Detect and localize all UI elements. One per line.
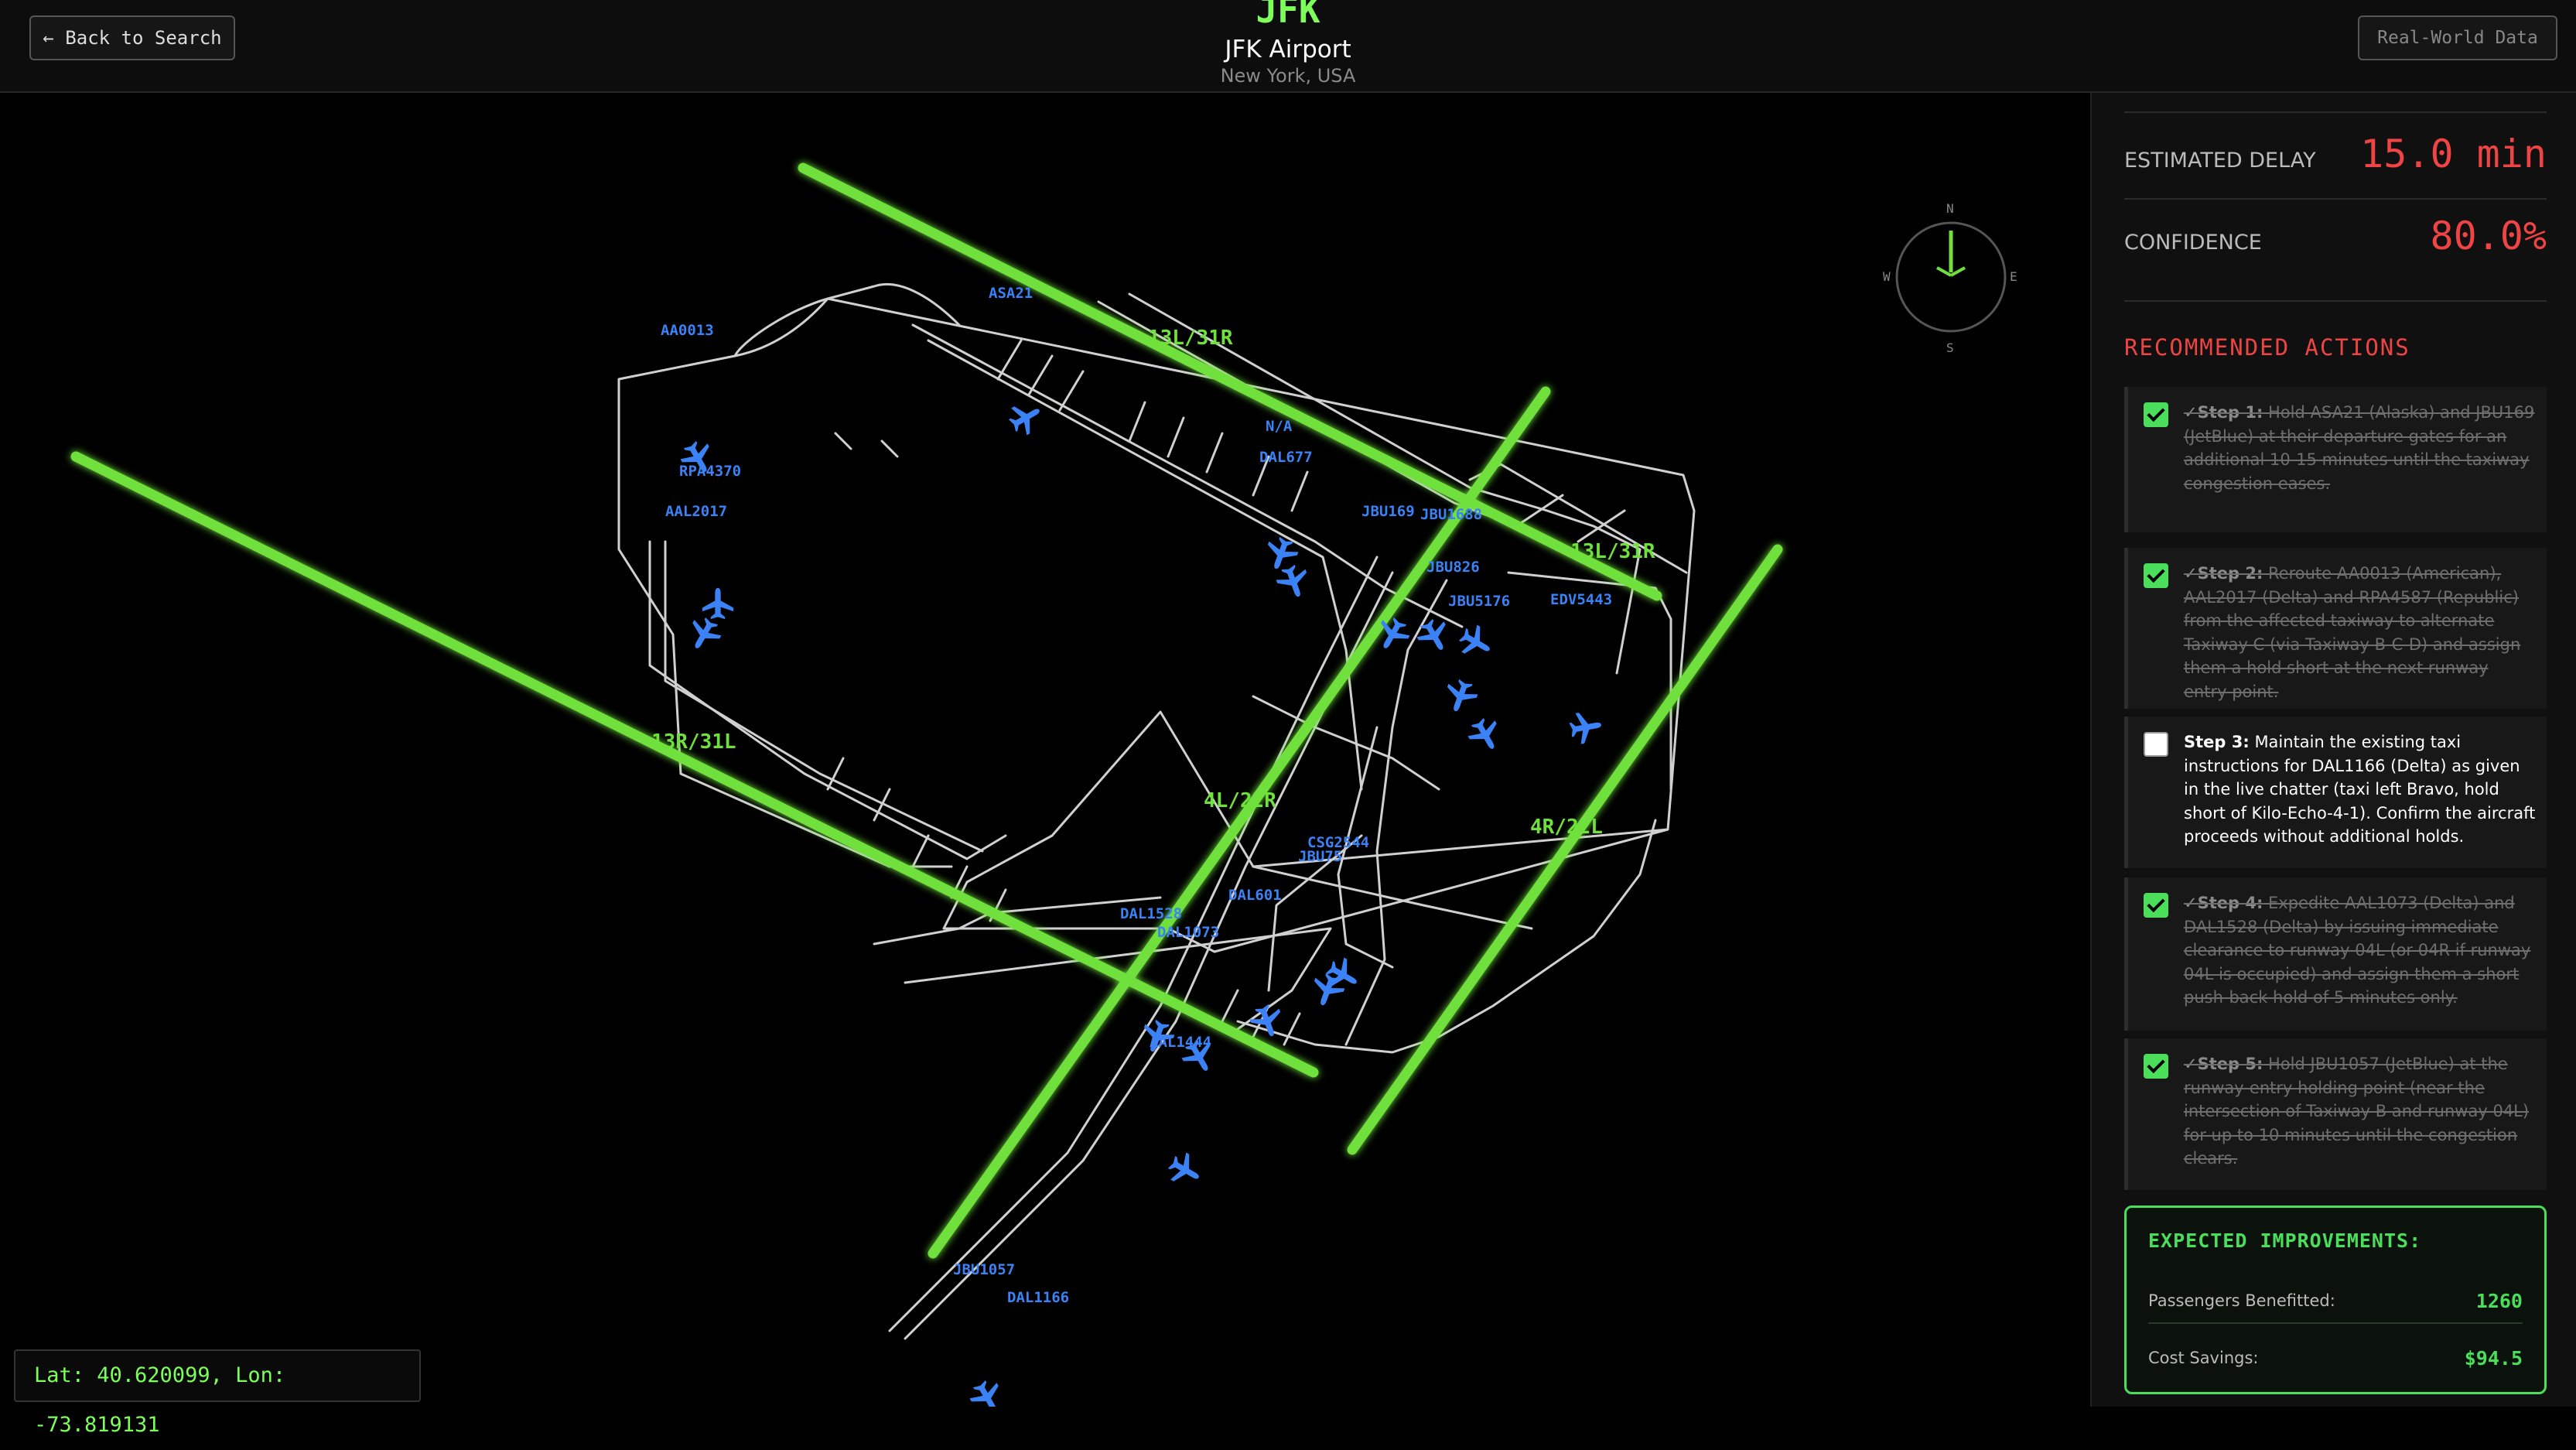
airport-map[interactable]: 13L/31R 13L/31R 13R/31L 4L/22R 4R/22L N … — [0, 93, 2089, 1407]
cost-label: Cost Savings: — [2148, 1349, 2259, 1367]
compass — [1895, 221, 2007, 333]
step-2-text: ✓Step 2: Reroute AA0013 (American), AAL2… — [2184, 562, 2536, 703]
flight-label-dal677[interactable]: DAL677 — [1259, 449, 1313, 466]
cost-row: Cost Savings: $94.5 — [2148, 1347, 2523, 1370]
flight-label-dal1528[interactable]: DAL1528 — [1120, 905, 1182, 922]
flight-label-jbu826[interactable]: JBU826 — [1426, 559, 1480, 576]
aircraft-icon[interactable] — [702, 587, 734, 620]
step-5-text: ✓Step 5: Hold JBU1057 (JetBlue) at the r… — [2184, 1052, 2536, 1171]
flight-label-na[interactable]: N/A — [1266, 418, 1292, 435]
compass-south: S — [1946, 340, 1954, 355]
confidence-metric: CONFIDENCE 80.0% — [2124, 214, 2547, 268]
aircraft-icon[interactable] — [1273, 562, 1314, 602]
delay-label: ESTIMATED DELAY — [2124, 149, 2316, 173]
step-5: ✓Step 5: Hold JBU1057 (JetBlue) at the r… — [2124, 1038, 2547, 1190]
confidence-value: 80.0% — [2430, 214, 2547, 258]
step-4-text: ✓Step 4: Expedite AAL1073 (Delta) and DA… — [2184, 891, 2536, 1010]
step-4-checkbox[interactable] — [2144, 893, 2168, 918]
improvements-title: EXPECTED IMPROVEMENTS: — [2148, 1229, 2422, 1252]
expected-improvements-card: EXPECTED IMPROVEMENTS: Passengers Benefi… — [2124, 1205, 2547, 1394]
runway-label-13R-31L: 13R/31L — [651, 730, 736, 754]
flight-label-jbu169[interactable]: JBU169 — [1361, 503, 1415, 520]
airport-location: New York, USA — [1220, 65, 1356, 87]
step-2-checkbox[interactable] — [2144, 563, 2168, 588]
aircraft-icon[interactable] — [1020, 1401, 1065, 1407]
flight-label-rpa4370[interactable]: RPA4370 — [679, 463, 741, 480]
aircraft-icon[interactable] — [682, 613, 726, 656]
runway-label-4R-22L: 4R/22L — [1530, 816, 1603, 839]
airport-code: JFK — [1256, 0, 1320, 31]
aircraft-layer — [676, 396, 1604, 1407]
runways — [70, 162, 1783, 1259]
passengers-label: Passengers Benefitted: — [2148, 1291, 2335, 1310]
flight-label-jbu1688[interactable]: JBU1688 — [1420, 506, 1482, 523]
step-3-head: Step 3: — [2184, 733, 2250, 751]
flight-label-dal601[interactable]: DAL601 — [1228, 887, 1282, 904]
divider — [2124, 300, 2547, 302]
aircraft-icon[interactable] — [965, 1376, 1009, 1407]
passengers-value: 1260 — [2475, 1290, 2523, 1312]
flight-label-aal1444[interactable]: AAL1444 — [1150, 1034, 1211, 1051]
step-3-text: Step 3: Maintain the existing taxi instr… — [2184, 730, 2536, 849]
divider — [2148, 1322, 2523, 1324]
flight-label-aal2017[interactable]: AAL2017 — [665, 503, 727, 520]
step-1-text: ✓Step 1: Hold ASA21 (Alaska) and JBU169 … — [2184, 401, 2536, 495]
compass-north: N — [1946, 201, 1954, 216]
flight-label-aa0013[interactable]: AA0013 — [661, 322, 714, 339]
step-2-head: ✓Step 2: — [2184, 564, 2263, 583]
real-world-data-button[interactable]: Real-World Data — [2358, 15, 2557, 60]
aircraft-icon[interactable] — [1567, 709, 1604, 746]
step-2-body: Reroute AA0013 (American), AAL2017 (Delt… — [2184, 564, 2521, 701]
compass-west: W — [1883, 269, 1891, 284]
flight-label-jbu1057[interactable]: JBU1057 — [953, 1261, 1015, 1278]
recommended-actions-title: RECOMMENDED ACTIONS — [2124, 334, 2410, 361]
flight-label-dal1166[interactable]: DAL1166 — [1007, 1289, 1069, 1306]
flight-label-dal1073[interactable]: DAL1073 — [1157, 924, 1219, 941]
runway-label-13L-31R-a: 13L/31R — [1148, 327, 1233, 350]
step-5-head: ✓Step 5: — [2184, 1055, 2263, 1073]
flight-label-jbu5176[interactable]: JBU5176 — [1448, 593, 1510, 610]
runway-13L-31R — [798, 162, 1662, 601]
step-4-head: ✓Step 4: — [2184, 894, 2263, 912]
top-header: ← Back to Search JFK JFK Airport New Yor… — [0, 0, 2576, 93]
divider — [2124, 111, 2547, 113]
coordinates-readout: Lat: 40.620099, Lon: -73.819131 — [14, 1349, 421, 1437]
flight-label-jbu75[interactable]: JBU75 — [1298, 848, 1342, 865]
aircraft-icon[interactable] — [1440, 676, 1481, 716]
passengers-row: Passengers Benefitted: 1260 — [2148, 1290, 2523, 1312]
step-3: Step 3: Maintain the existing taxi instr… — [2124, 716, 2547, 868]
flight-label-edv5443[interactable]: EDV5443 — [1550, 591, 1612, 608]
divider — [2124, 198, 2547, 200]
compass-east: E — [2010, 269, 2017, 284]
flight-label-asa21[interactable]: ASA21 — [989, 285, 1033, 302]
step-2: ✓Step 2: Reroute AA0013 (American), AAL2… — [2124, 548, 2547, 709]
step-1: ✓Step 1: Hold ASA21 (Alaska) and JBU169 … — [2124, 387, 2547, 532]
analysis-panel: ESTIMATED DELAY 15.0 min CONFIDENCE 80.0… — [2090, 93, 2576, 1407]
runway-label-4L-22R: 4L/22R — [1204, 789, 1276, 812]
aircraft-icon[interactable] — [1261, 534, 1301, 574]
map-canvas — [70, 162, 2007, 1407]
step-1-head: ✓Step 1: — [2184, 403, 2263, 422]
airport-name: JFK Airport — [1225, 36, 1351, 63]
cost-value: $94.5 — [2464, 1347, 2523, 1370]
step-3-checkbox[interactable] — [2144, 732, 2168, 757]
delay-metric: ESTIMATED DELAY 15.0 min — [2124, 132, 2547, 186]
step-5-checkbox[interactable] — [2144, 1054, 2168, 1079]
step-1-checkbox[interactable] — [2144, 402, 2168, 427]
step-4: ✓Step 4: Expedite AAL1073 (Delta) and DA… — [2124, 877, 2547, 1031]
aircraft-icon[interactable] — [1464, 713, 1507, 757]
aircraft-icon[interactable] — [1163, 1148, 1207, 1192]
runway-label-13L-31R-b: 13L/31R — [1570, 540, 1655, 563]
delay-value: 15.0 min — [2360, 132, 2547, 176]
confidence-label: CONFIDENCE — [2124, 231, 2262, 255]
runway-4R-22L — [1347, 544, 1783, 1155]
